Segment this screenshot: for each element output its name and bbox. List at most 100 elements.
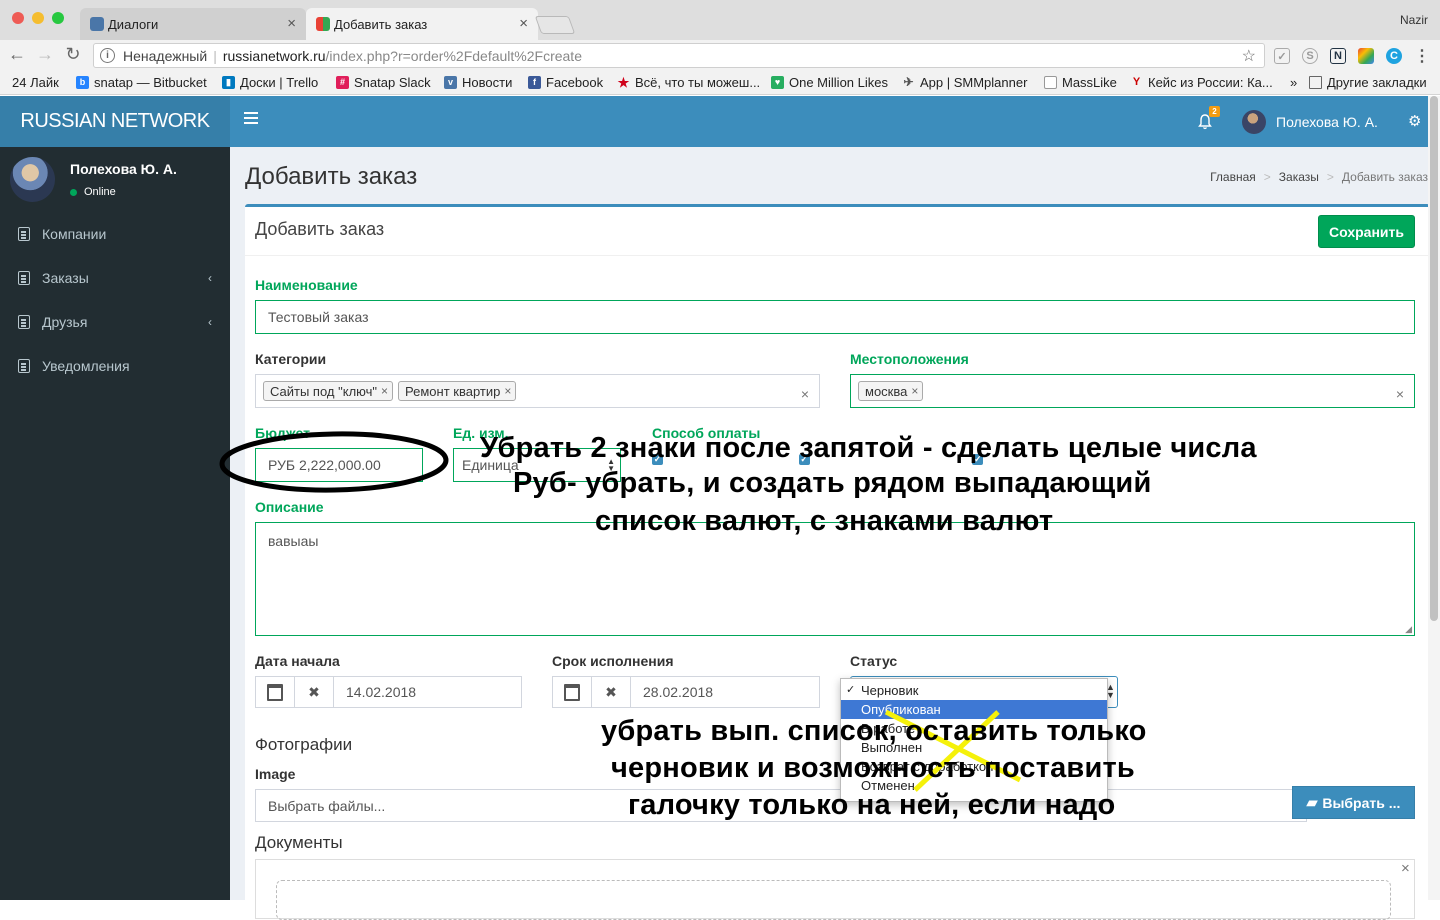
browser-menu-icon[interactable]: ⋮ bbox=[1414, 48, 1430, 65]
trello-icon: ▮ bbox=[222, 76, 235, 89]
categories-select[interactable]: Сайты под "ключ" × Ремонт квартир × × bbox=[255, 374, 820, 408]
breadcrumb-home[interactable]: Главная bbox=[1210, 170, 1256, 184]
clear-date-icon[interactable]: ✖ bbox=[294, 676, 334, 708]
browser-tab-add-order[interactable]: Добавить заказ × bbox=[306, 8, 538, 40]
tracker-extension-icon[interactable]: C bbox=[1386, 48, 1402, 64]
sidebar-toggle-icon[interactable] bbox=[244, 112, 258, 124]
minimize-window-button[interactable] bbox=[32, 12, 44, 24]
sidebar-item-companies[interactable]: Компании bbox=[0, 214, 230, 254]
remove-tag-icon[interactable]: × bbox=[504, 384, 511, 398]
bookmark-trello[interactable]: ▮ Доски | Trello bbox=[222, 75, 318, 90]
status-label: Статус bbox=[850, 653, 898, 669]
address-bar[interactable]: i Ненадежный | russianetwork.ru/index.ph… bbox=[93, 43, 1265, 68]
bookmark-facebook[interactable]: f Facebook bbox=[528, 75, 603, 90]
sidebar-item-label: Заказы bbox=[42, 270, 89, 286]
due-date-input[interactable]: 28.02.2018 bbox=[630, 676, 820, 708]
remove-tag-icon[interactable]: × bbox=[911, 384, 918, 398]
brand-logo[interactable]: RUSSIAN NETWORK bbox=[0, 96, 230, 147]
bookmarks-overflow-button[interactable]: » bbox=[1290, 75, 1297, 90]
description-textarea[interactable]: вавыаы ◢ bbox=[255, 522, 1415, 636]
choose-files-button[interactable]: ▰ Выбрать ... bbox=[1292, 786, 1415, 819]
address-host: russianetwork.ru bbox=[222, 47, 326, 64]
browser-tab-strip: Диалоги × Добавить заказ × Nazir bbox=[0, 0, 1440, 40]
page-title: Добавить заказ bbox=[245, 163, 418, 190]
name-input[interactable]: Тестовый заказ bbox=[255, 300, 1415, 334]
security-label: Ненадежный bbox=[123, 47, 208, 64]
image-label: Image bbox=[255, 766, 296, 782]
close-window-button[interactable] bbox=[12, 12, 24, 24]
start-date-input[interactable]: 14.02.2018 bbox=[333, 676, 522, 708]
sidebar-item-label: Компании bbox=[42, 226, 107, 242]
page-scrollbar[interactable] bbox=[1428, 96, 1440, 900]
name-label: Наименование bbox=[255, 277, 358, 293]
breadcrumb: Главная > Заказы > Добавить заказ bbox=[1210, 170, 1428, 184]
bookmark-masslike[interactable]: MassLike bbox=[1044, 75, 1117, 90]
bookmark-case-russia[interactable]: Y Кейс из России: Ка... bbox=[1130, 75, 1273, 90]
breadcrumb-separator: > bbox=[1326, 170, 1334, 184]
bookmark-vk-news[interactable]: v Новости bbox=[444, 75, 512, 90]
skype-extension-icon[interactable]: S bbox=[1302, 48, 1318, 64]
remove-tag-icon[interactable]: × bbox=[381, 384, 388, 398]
chevron-left-icon: ‹ bbox=[208, 315, 212, 329]
scrollbar-thumb[interactable] bbox=[1430, 96, 1438, 621]
info-icon[interactable]: i bbox=[100, 48, 115, 63]
save-button[interactable]: Сохранить bbox=[1318, 215, 1415, 248]
description-label: Описание bbox=[255, 499, 324, 515]
gears-icon[interactable]: ⚙ bbox=[1408, 112, 1421, 130]
back-icon[interactable]: ← bbox=[6, 44, 28, 65]
address-path: /index.php?r=order%2Fdefault%2Fcreate bbox=[325, 47, 582, 64]
n-extension-icon[interactable]: N bbox=[1330, 48, 1346, 64]
shield-extension-icon[interactable]: ✓ bbox=[1274, 48, 1290, 64]
breadcrumb-orders[interactable]: Заказы bbox=[1279, 170, 1319, 184]
bookmark-smmplanner[interactable]: ✈ App | SMMplanner bbox=[902, 75, 1027, 90]
bookmark-label: Новости bbox=[462, 75, 513, 90]
bookmark-bitbucket[interactable]: b snatap — Bitbucket bbox=[76, 75, 207, 90]
checkmark-icon: ✓ bbox=[846, 684, 856, 696]
budget-input[interactable]: РУБ 2,222,000.00 bbox=[255, 448, 423, 482]
maximize-window-button[interactable] bbox=[52, 12, 64, 24]
new-tab-button[interactable] bbox=[534, 16, 576, 34]
select-arrows-icon: ▲ ▼ bbox=[1106, 682, 1115, 700]
file-icon bbox=[18, 315, 30, 329]
calendar-icon[interactable] bbox=[552, 676, 592, 708]
close-tab-icon[interactable]: × bbox=[519, 15, 528, 32]
bookmark-slack[interactable]: # Snatap Slack bbox=[336, 75, 431, 90]
documents-heading: Документы bbox=[255, 833, 343, 852]
sidebar-item-orders[interactable]: Заказы ‹ bbox=[0, 258, 230, 298]
calendar-icon[interactable] bbox=[255, 676, 295, 708]
sidebar: Полехова Ю. А. Online Компании Заказы ‹ … bbox=[0, 147, 230, 900]
forward-icon[interactable]: → bbox=[34, 44, 56, 65]
bookmark-everything[interactable]: ★ Всё, что ты можеш... bbox=[617, 75, 761, 90]
facebook-icon: f bbox=[528, 76, 541, 89]
browser-profile-name[interactable]: Nazir bbox=[1400, 13, 1428, 27]
bookmark-label: App | SMMplanner bbox=[920, 75, 1028, 90]
chevron-left-icon: ‹ bbox=[208, 271, 212, 285]
documents-drop-area[interactable] bbox=[276, 880, 1391, 920]
reload-icon[interactable]: ↻ bbox=[62, 44, 84, 65]
browser-tab-dialogs[interactable]: Диалоги × bbox=[80, 8, 306, 40]
file-icon bbox=[18, 271, 30, 285]
top-user-name[interactable]: Полехова Ю. А. bbox=[1276, 114, 1378, 130]
status-option[interactable]: ✓ Черновик bbox=[841, 681, 1107, 700]
close-icon[interactable]: × bbox=[1401, 860, 1410, 877]
close-tab-icon[interactable]: × bbox=[287, 15, 296, 32]
clear-selection-icon[interactable]: × bbox=[801, 386, 809, 402]
browser-toolbar: ← → ↻ i Ненадежный | russianetwork.ru/in… bbox=[0, 40, 1440, 71]
user-avatar[interactable] bbox=[1242, 110, 1266, 134]
resize-handle-icon[interactable]: ◢ bbox=[1405, 624, 1412, 635]
bookmark-one-million-likes[interactable]: ♥ One Million Likes bbox=[771, 75, 888, 90]
colorful-extension-icon[interactable] bbox=[1358, 48, 1374, 64]
bookmark-24like[interactable]: 24 Лайк bbox=[12, 75, 59, 90]
vk-icon: v bbox=[444, 76, 457, 89]
bookmark-star-icon[interactable]: ☆ bbox=[1242, 46, 1256, 66]
clear-date-icon[interactable]: ✖ bbox=[591, 676, 631, 708]
sidebar-item-notifications[interactable]: Уведомления bbox=[0, 346, 230, 386]
locations-select[interactable]: москва × × bbox=[850, 374, 1415, 408]
clear-selection-icon[interactable]: × bbox=[1396, 386, 1404, 402]
bookmark-label: Доски | Trello bbox=[240, 75, 319, 90]
bookmark-other-folder[interactable]: Другие закладки bbox=[1309, 75, 1427, 90]
sidebar-item-friends[interactable]: Друзья ‹ bbox=[0, 302, 230, 342]
breadcrumb-separator: > bbox=[1263, 170, 1271, 184]
due-date-label: Срок исполнения bbox=[552, 653, 674, 669]
start-date-label: Дата начала bbox=[255, 653, 340, 669]
